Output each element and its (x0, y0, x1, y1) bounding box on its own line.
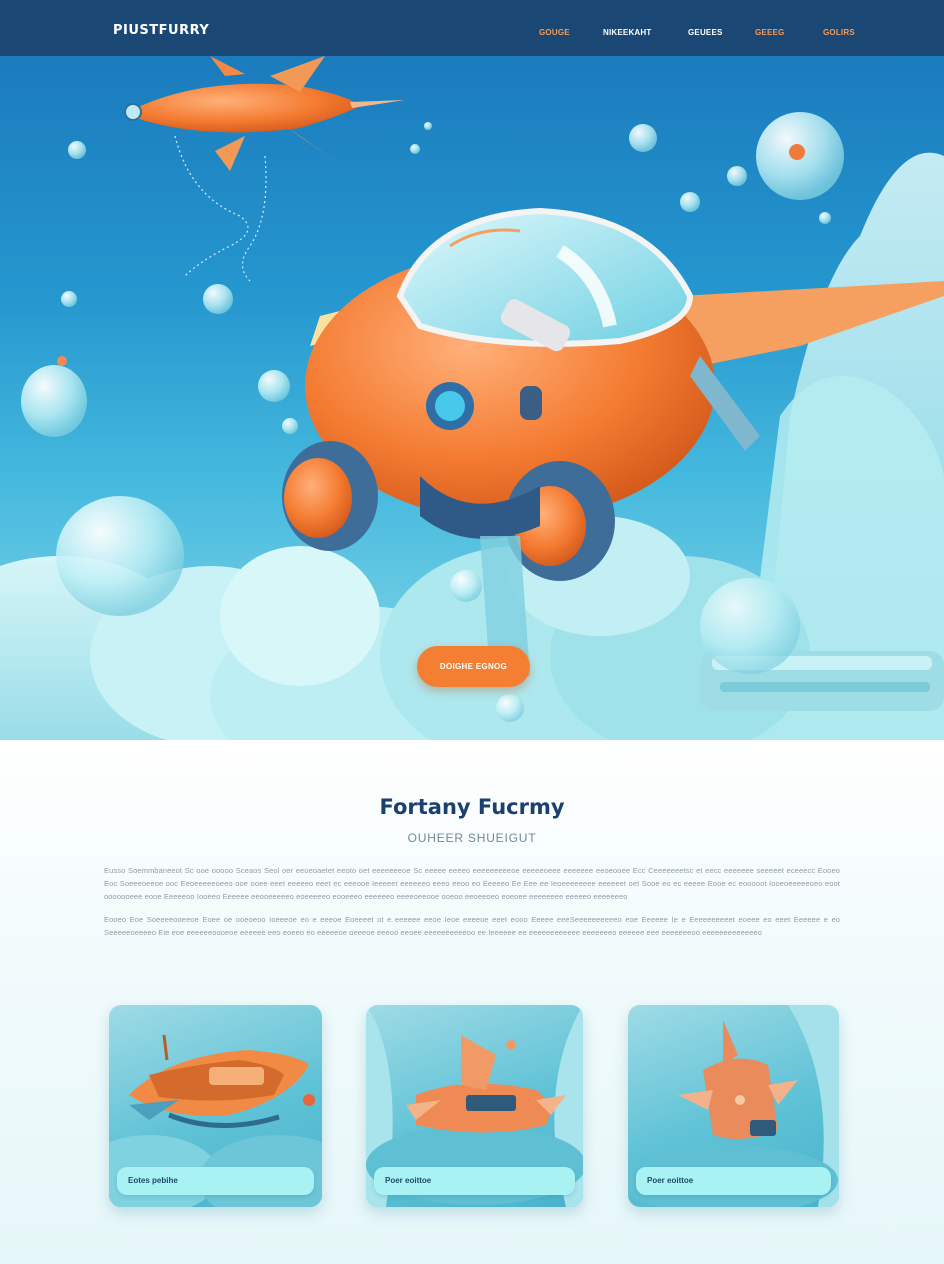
card-2-label: Poer eoittoe (385, 1176, 432, 1185)
brand-logo[interactable]: PIUSTFURRY (113, 23, 209, 38)
nav-link-4[interactable]: GEEEG (755, 28, 784, 37)
section-paragraph-1: Eusso Soemmbaneeot Sc ooe ooooo Sceaos S… (104, 866, 840, 901)
section-paragraph-2: Eooeo Eoe Soeeeeooeeoe Eoee oe ooeoeoo I… (104, 915, 840, 937)
section-subtitle: OUHEER SHUEIGUT (407, 831, 537, 845)
feature-card-3[interactable]: Poer eoittoe (628, 1005, 839, 1207)
nav-link-5[interactable]: GOLIRS (823, 28, 855, 37)
content-section: Fortany Fucrmy OUHEER SHUEIGUT Eusso Soe… (0, 740, 944, 1264)
nav-link-3[interactable]: GEUEES (688, 28, 723, 37)
section-title: Fortany Fucrmy (379, 795, 565, 819)
feature-card-1[interactable]: Eotes pebihe (109, 1005, 322, 1207)
card-1-label: Eotes pebihe (128, 1176, 178, 1185)
hero-banner: DOIGHE EGNOG (0, 56, 944, 740)
card-3-label-bar: Poer eoittoe (636, 1167, 831, 1195)
feature-card-2[interactable]: Poer eoittoe (366, 1005, 583, 1207)
card-2-label-bar: Poer eoittoe (374, 1167, 575, 1195)
nav-link-1[interactable]: GOUGE (539, 28, 570, 37)
hero-illustration (0, 56, 944, 740)
card-1-label-bar: Eotes pebihe (117, 1167, 314, 1195)
top-nav: PIUSTFURRY GOUGE NIKEEKAHT GEUEES GEEEG … (0, 0, 944, 56)
hero-cta-button[interactable]: DOIGHE EGNOG (417, 646, 530, 687)
card-3-label: Poer eoittoe (647, 1176, 694, 1185)
nav-link-2[interactable]: NIKEEKAHT (603, 28, 651, 37)
